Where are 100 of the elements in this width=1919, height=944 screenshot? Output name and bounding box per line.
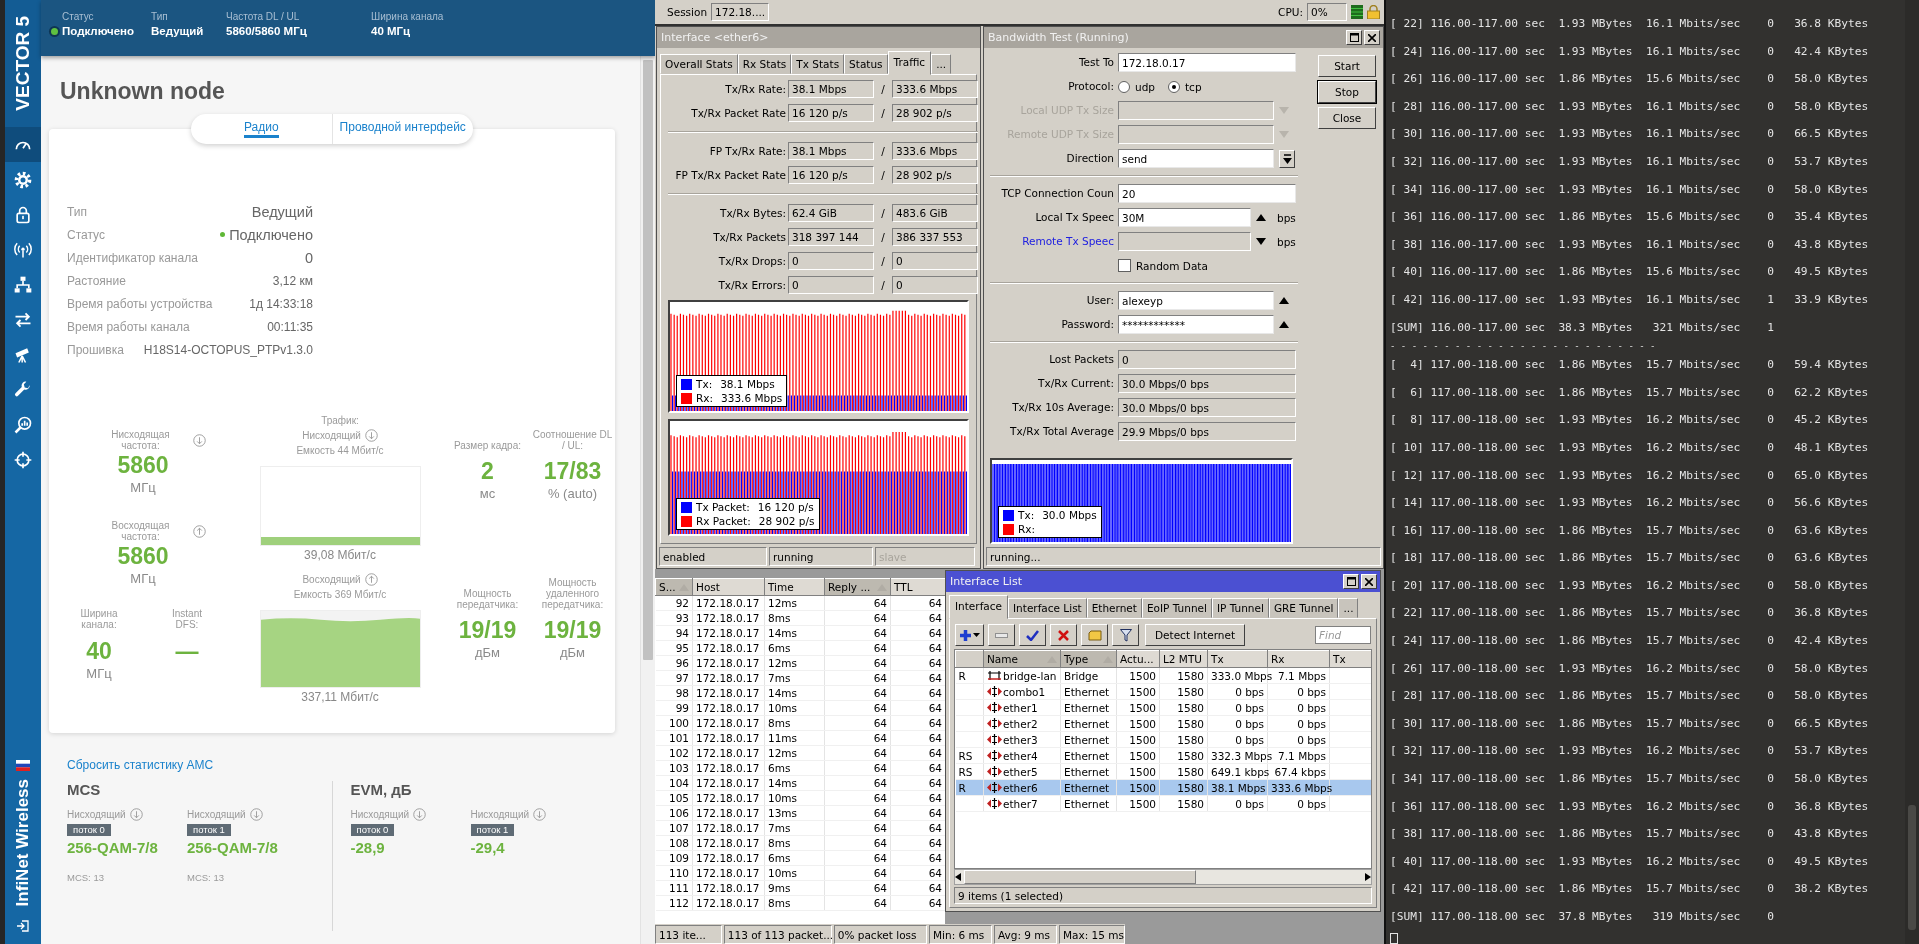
- table-cell: 12ms: [764, 595, 825, 611]
- down-triangle-icon: [1279, 131, 1289, 138]
- dialog-button[interactable]: Close: [1318, 107, 1376, 129]
- maximize-icon: [1346, 577, 1356, 586]
- column-header[interactable]: Time: [764, 578, 825, 596]
- crosshair-icon: [13, 449, 33, 470]
- status-dot: [220, 232, 226, 237]
- window-title: Interface List: [950, 575, 1023, 588]
- detect-internet-button[interactable]: Detect Internet: [1145, 624, 1246, 646]
- tab[interactable]: EoIP Tunnel: [1141, 598, 1212, 618]
- tab[interactable]: ...: [1338, 598, 1359, 618]
- reset-stats-link[interactable]: Сбросить статистику АМС: [67, 758, 214, 772]
- tab[interactable]: Проводной интерфейс: [339, 120, 466, 138]
- disable-button[interactable]: [1050, 624, 1077, 646]
- status-field: 9 items (1 selected): [954, 887, 1372, 904]
- table-cell: 1580: [1159, 763, 1208, 780]
- table-cell: 38.1 Mbps: [1207, 779, 1268, 796]
- header-text: L2 MTU: [1163, 653, 1203, 665]
- column-header[interactable]: L2 MTU: [1159, 650, 1208, 668]
- column-header[interactable]: Type: [1060, 650, 1117, 668]
- find-field[interactable]: Find: [1315, 626, 1371, 644]
- column-header[interactable]: S...: [655, 578, 693, 596]
- tab[interactable]: Interface: [949, 595, 1008, 619]
- table-cell: 7ms: [764, 820, 825, 836]
- dropdown-field[interactable]: [1118, 125, 1274, 144]
- left-arrow-icon: [955, 873, 961, 881]
- dropdown-arrow-icon: [1282, 153, 1292, 164]
- header-label: Статус: [61, 11, 95, 22]
- input-field[interactable]: 20: [1118, 184, 1296, 203]
- value-field: 0: [892, 252, 978, 270]
- table-cell: R: [955, 667, 984, 684]
- close-button[interactable]: [1364, 30, 1380, 45]
- tab[interactable]: Interface List: [1008, 598, 1087, 618]
- tab[interactable]: Радио: [243, 120, 279, 138]
- network-icon: [13, 274, 33, 295]
- checkbox[interactable]: [1118, 259, 1131, 272]
- column-header[interactable]: Host: [692, 578, 765, 596]
- input-field[interactable]: ************: [1118, 315, 1274, 334]
- info-label: Прошивка: [67, 342, 124, 357]
- table-cell: 64: [824, 625, 891, 641]
- dropdown-field[interactable]: [1118, 101, 1274, 120]
- column-header[interactable]: Rx: [1267, 650, 1330, 668]
- close-button[interactable]: [1361, 574, 1377, 589]
- table-cell: 0 bps: [1267, 715, 1330, 732]
- column-header[interactable]: Reply ...: [824, 578, 891, 596]
- tab[interactable]: IP Tunnel: [1211, 598, 1269, 618]
- dropdown-button[interactable]: [1279, 149, 1295, 168]
- remove-button[interactable]: [988, 624, 1015, 646]
- terminal-line: [ 8] 117.00-118.00 sec 1.93 MBytes 16.2 Mbits/sec 0 45.2 KBytes: [1390, 412, 1869, 429]
- maximize-button[interactable]: [1343, 574, 1359, 589]
- sidebar-item[interactable]: [5, 127, 41, 162]
- session-field: 172.18....: [711, 3, 770, 21]
- column-header[interactable]: TTL: [890, 578, 945, 596]
- table-cell: 1500: [1116, 763, 1160, 780]
- info-value: H18S14-OCTOPUS_PTPv1.3.0: [143, 342, 313, 357]
- ethernet-icon: [987, 798, 1002, 809]
- tab[interactable]: Ethernet: [1086, 598, 1142, 618]
- tab[interactable]: Rx Stats: [737, 54, 792, 74]
- comment-button[interactable]: [1081, 624, 1108, 646]
- add-button[interactable]: [955, 624, 984, 646]
- input-field[interactable]: 30M: [1118, 208, 1251, 227]
- radio-button[interactable]: [1168, 80, 1180, 93]
- table-cell: 14ms: [764, 625, 825, 641]
- lock-icon: [1367, 5, 1380, 19]
- stream-badge: поток 1: [470, 824, 515, 836]
- scrollbar-thumb[interactable]: [1908, 805, 1916, 930]
- dialog-button[interactable]: Stop: [1318, 81, 1376, 103]
- column-header[interactable]: Name: [983, 650, 1061, 668]
- dropdown-field[interactable]: send: [1118, 149, 1274, 168]
- info-label: Время работы канала: [67, 319, 190, 334]
- column-header[interactable]: Actu...: [1116, 650, 1160, 668]
- enable-button[interactable]: [1019, 624, 1046, 646]
- input-field[interactable]: [1118, 232, 1251, 251]
- tab[interactable]: Overall Stats: [660, 54, 738, 74]
- tab[interactable]: ...: [931, 54, 952, 74]
- column-header[interactable]: Tx: [1207, 650, 1268, 668]
- dialog-button[interactable]: Start: [1318, 55, 1376, 77]
- radio-button[interactable]: [1118, 80, 1130, 93]
- maximize-button[interactable]: [1346, 30, 1362, 45]
- input-field[interactable]: alexeyp: [1118, 291, 1274, 310]
- filter-button[interactable]: [1112, 624, 1139, 646]
- table-cell: 6ms: [764, 640, 825, 656]
- table-cell: 110: [655, 865, 693, 881]
- plus-icon: [959, 628, 972, 642]
- flag-icon: [16, 759, 30, 771]
- table-cell: Ethernet: [1060, 731, 1117, 748]
- scrollbar-thumb[interactable]: [643, 60, 653, 660]
- input-field[interactable]: 172.18.0.17: [1118, 53, 1296, 72]
- table-cell: 172.18.0.17: [692, 850, 765, 866]
- interface-name: ether7: [1003, 797, 1038, 810]
- legend-value: 16 120 p/s: [757, 501, 814, 513]
- tab[interactable]: Status: [844, 54, 888, 74]
- tab[interactable]: GRE Tunnel: [1268, 598, 1339, 618]
- tab[interactable]: Tx Stats: [791, 54, 845, 74]
- column-header[interactable]: Tx: [1329, 650, 1371, 668]
- horizontal-scrollbar[interactable]: [954, 869, 1372, 885]
- table-cell: 172.18.0.17: [692, 715, 765, 731]
- table-cell: 10ms: [764, 865, 825, 881]
- table-cell: 0 bps: [1267, 683, 1330, 700]
- tab[interactable]: Traffic: [887, 51, 932, 75]
